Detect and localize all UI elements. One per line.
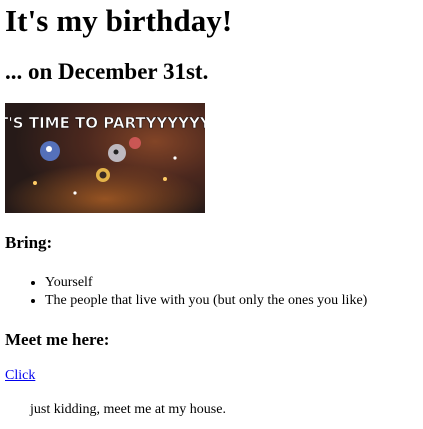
- banner-text: IT'S TIME TO PARTYYYYYY!: [5, 114, 205, 132]
- meet-heading: Meet me here:: [5, 330, 110, 349]
- party-banner-image: IT'S TIME TO PARTYYYYYY!: [5, 103, 205, 213]
- list-item: The people that live with you (but only …: [45, 292, 367, 310]
- click-link[interactable]: Click: [5, 367, 35, 385]
- page-title: It's my birthday!: [5, 3, 233, 38]
- bring-list: Yourself The people that live with you (…: [5, 274, 367, 310]
- page-subtitle: ... on December 31st.: [5, 59, 209, 84]
- bring-heading: Bring:: [5, 233, 53, 252]
- joke-note: just kidding, meet me at my house.: [30, 402, 226, 417]
- list-item: Yourself: [45, 274, 367, 292]
